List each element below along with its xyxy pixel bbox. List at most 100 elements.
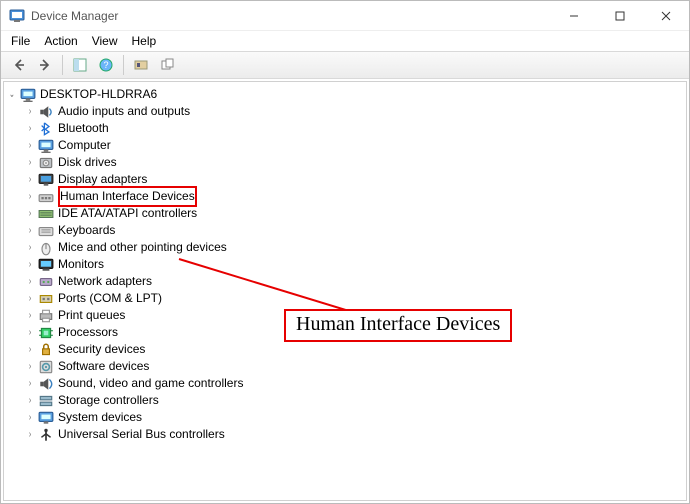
tree-item-ports[interactable]: › Ports (COM & LPT): [4, 290, 686, 307]
tree-item-hid[interactable]: ›Human Interface Devices: [4, 188, 686, 205]
nav-back-button[interactable]: [7, 54, 31, 76]
app-icon: [9, 8, 25, 24]
tree-item-computer[interactable]: › Computer: [4, 137, 686, 154]
close-button[interactable]: [643, 1, 689, 30]
tree-item-label: Sound, video and game controllers: [58, 375, 243, 392]
tree-item-label: Storage controllers: [58, 392, 159, 409]
scan-hardware-button[interactable]: [129, 54, 153, 76]
tree-item-label: Processors: [58, 324, 118, 341]
tree-item-label: Computer: [58, 137, 111, 154]
tree-item-label: Audio inputs and outputs: [58, 103, 190, 120]
cpu-icon: [38, 325, 54, 341]
tree-item-usb[interactable]: › Universal Serial Bus controllers: [4, 426, 686, 443]
tree-root[interactable]: ⌄DESKTOP-HLDRRA6: [4, 86, 686, 103]
software-icon: [38, 359, 54, 375]
mouse-icon: [38, 240, 54, 256]
window-controls: [551, 1, 689, 30]
ports-icon: [38, 291, 54, 307]
show-console-tree-button[interactable]: [68, 54, 92, 76]
expander-icon[interactable]: ›: [26, 120, 34, 137]
expander-icon[interactable]: ›: [26, 273, 34, 290]
device-manager-window: Device Manager File Action View Help: [0, 0, 690, 504]
system-icon: [38, 410, 54, 426]
tree-item-label: Mice and other pointing devices: [58, 239, 227, 256]
tree-item-sound[interactable]: › Sound, video and game controllers: [4, 375, 686, 392]
toolbar-separator: [62, 55, 63, 75]
tree-item-label: Print queues: [58, 307, 125, 324]
tree-pane[interactable]: ⌄DESKTOP-HLDRRA6›Audio inputs and output…: [3, 81, 687, 501]
tree-item-label: Universal Serial Bus controllers: [58, 426, 225, 443]
expander-icon[interactable]: ›: [26, 205, 34, 222]
expander-icon[interactable]: ›: [26, 290, 34, 307]
computer-icon: [38, 138, 54, 154]
expander-icon[interactable]: ›: [26, 188, 34, 205]
bluetooth-icon: [38, 121, 54, 137]
tree-item-label: IDE ATA/ATAPI controllers: [58, 205, 197, 222]
expander-icon[interactable]: ›: [26, 307, 34, 324]
tree-item-ide[interactable]: › IDE ATA/ATAPI controllers: [4, 205, 686, 222]
tree-item-network[interactable]: ›Network adapters: [4, 273, 686, 290]
computer-icon: [20, 87, 36, 103]
minimize-button[interactable]: [551, 1, 597, 30]
expander-icon[interactable]: ›: [26, 239, 34, 256]
hid-icon: [38, 189, 54, 205]
usb-icon: [38, 427, 54, 443]
keyboard-icon: [38, 223, 54, 239]
expander-icon[interactable]: ›: [26, 137, 34, 154]
toolbar: ?: [1, 51, 689, 79]
tree-item-label: Ports (COM & LPT): [58, 290, 162, 307]
expander-icon[interactable]: ›: [26, 222, 34, 239]
refresh-button[interactable]: [155, 54, 179, 76]
help-button[interactable]: ?: [94, 54, 118, 76]
tree-item-keyboard[interactable]: › Keyboards: [4, 222, 686, 239]
annotation-label: Human Interface Devices: [284, 309, 512, 342]
tree-item-label: Disk drives: [58, 154, 117, 171]
tree-item-label: System devices: [58, 409, 142, 426]
expander-icon[interactable]: ›: [26, 154, 34, 171]
toolbar-separator: [123, 55, 124, 75]
expander-icon[interactable]: ›: [26, 409, 34, 426]
expander-icon[interactable]: ›: [26, 358, 34, 375]
tree-item-label: Security devices: [58, 341, 145, 358]
menu-help[interactable]: Help: [132, 34, 157, 48]
menu-view[interactable]: View: [92, 34, 118, 48]
tree-item-mouse[interactable]: › Mice and other pointing devices: [4, 239, 686, 256]
nav-forward-button[interactable]: [33, 54, 57, 76]
tree-item-label: Bluetooth: [58, 120, 109, 137]
expander-icon[interactable]: ›: [26, 103, 34, 120]
tree-item-audio[interactable]: › Audio inputs and outputs: [4, 103, 686, 120]
expander-icon[interactable]: ›: [26, 324, 34, 341]
expander-icon[interactable]: ›: [26, 392, 34, 409]
expander-icon[interactable]: ›: [26, 341, 34, 358]
tree-item-system[interactable]: › System devices: [4, 409, 686, 426]
tree-item-label: Monitors: [58, 256, 104, 273]
expander-icon[interactable]: ›: [26, 426, 34, 443]
audio-icon: [38, 104, 54, 120]
title-bar: Device Manager: [1, 1, 689, 31]
tree-item-label: Keyboards: [58, 222, 115, 239]
storage-icon: [38, 393, 54, 409]
sound-icon: [38, 376, 54, 392]
disk-icon: [38, 155, 54, 171]
printer-icon: [38, 308, 54, 324]
monitor-icon: [38, 257, 54, 273]
tree-item-software[interactable]: ›Software devices: [4, 358, 686, 375]
menu-action[interactable]: Action: [44, 34, 77, 48]
tree-item-bluetooth[interactable]: › Bluetooth: [4, 120, 686, 137]
tree-item-monitor[interactable]: › Monitors: [4, 256, 686, 273]
expander-icon[interactable]: ›: [26, 256, 34, 273]
security-icon: [38, 342, 54, 358]
maximize-button[interactable]: [597, 1, 643, 30]
display-icon: [38, 172, 54, 188]
tree-item-disk[interactable]: › Disk drives: [4, 154, 686, 171]
ide-icon: [38, 206, 54, 222]
tree-item-storage[interactable]: › Storage controllers: [4, 392, 686, 409]
expander-icon[interactable]: ⌄: [8, 86, 16, 103]
network-icon: [38, 274, 54, 290]
window-title: Device Manager: [31, 9, 118, 23]
menu-bar: File Action View Help: [1, 31, 689, 51]
expander-icon[interactable]: ›: [26, 375, 34, 392]
tree-item-security[interactable]: › Security devices: [4, 341, 686, 358]
menu-file[interactable]: File: [11, 34, 30, 48]
expander-icon[interactable]: ›: [26, 171, 34, 188]
